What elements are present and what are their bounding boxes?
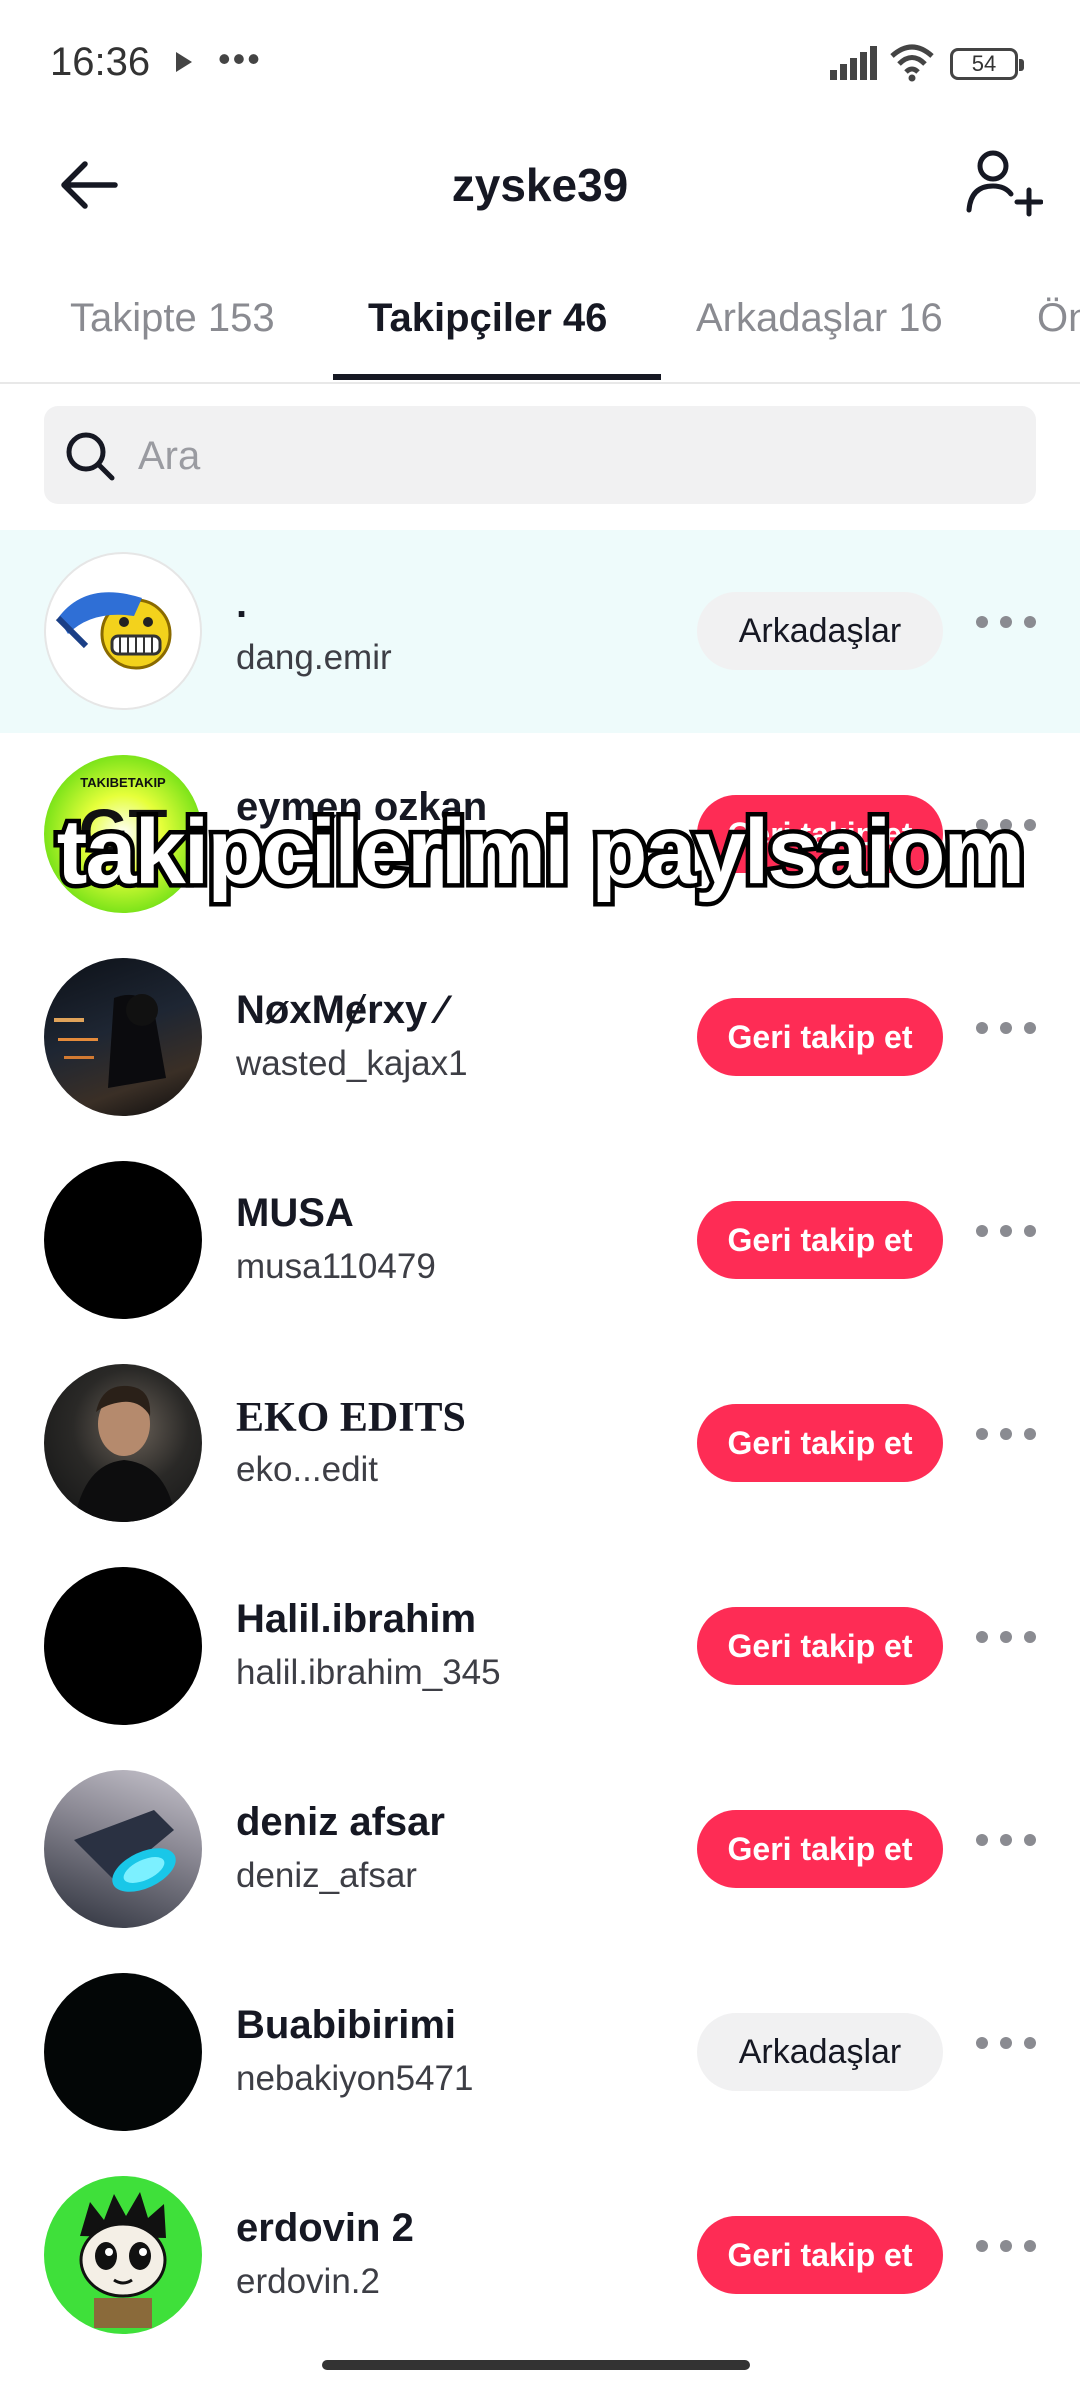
avatar[interactable] xyxy=(44,1770,202,1928)
more-options-icon[interactable] xyxy=(976,616,1036,640)
list-item[interactable]: . dang.emir Arkadaşlar xyxy=(0,530,1080,733)
follower-username: dang.emir xyxy=(236,638,392,677)
home-indicator[interactable] xyxy=(322,2360,750,2370)
more-options-icon[interactable] xyxy=(976,1225,1036,1249)
media-play-icon xyxy=(176,52,192,72)
follow-back-button[interactable]: Geri takip et xyxy=(697,998,943,1076)
follower-nickname: erdovin 2 xyxy=(236,2206,414,2250)
more-options-icon[interactable] xyxy=(976,1834,1036,1858)
follower-nickname: Halil.ibrahim xyxy=(236,1597,477,1641)
signal-icon xyxy=(830,46,877,80)
friends-button[interactable]: Arkadaşlar xyxy=(697,592,943,670)
status-time: 16:36 xyxy=(50,40,151,84)
cartoon-avatar-image xyxy=(79,2192,167,2328)
night-photo-image xyxy=(54,994,166,1088)
more-options-icon[interactable] xyxy=(976,1631,1036,1655)
follower-username: musa110479 xyxy=(236,1247,436,1286)
page-title: zyske39 xyxy=(451,159,629,211)
list-item[interactable]: Halil.ibrahim halil.ibrahim_345 Geri tak… xyxy=(0,1545,1080,1748)
follower-nickname: deniz afsar xyxy=(236,1800,445,1844)
follower-nickname: NøxMɇrxy ⁄ xyxy=(236,988,445,1032)
search-bar[interactable] xyxy=(44,406,1036,504)
follower-username: eko...edit xyxy=(236,1450,379,1489)
tab-suggested[interactable]: Ön xyxy=(1037,296,1080,341)
more-options-icon[interactable] xyxy=(976,2240,1036,2264)
status-dots: ••• xyxy=(218,38,262,79)
list-item[interactable]: deniz afsar deniz_afsar Geri takip et xyxy=(0,1748,1080,1951)
follower-nickname: . xyxy=(236,582,248,626)
avatar-badge-top: TAKIBETAKIP xyxy=(80,775,166,790)
avatar[interactable] xyxy=(44,958,202,1116)
list-item[interactable]: Buabibirimi nebakiyon5471 Arkadaşlar xyxy=(0,1951,1080,2154)
emoji-face-image xyxy=(55,592,172,670)
avatar[interactable] xyxy=(44,1161,202,1319)
add-user-icon[interactable] xyxy=(965,148,1043,220)
tab-bar: Takipte 153 Takipçiler 46 Arkadaşlar 16 … xyxy=(0,270,1080,384)
follower-username: halil.ibrahim_345 xyxy=(236,1653,501,1692)
search-icon xyxy=(66,432,115,481)
more-options-icon[interactable] xyxy=(976,2037,1036,2061)
follower-nickname: Buabibirimi xyxy=(236,2003,457,2047)
more-options-icon[interactable] xyxy=(976,1022,1036,1046)
portrait-photo-image xyxy=(74,1385,176,1522)
friends-button[interactable]: Arkadaşlar xyxy=(697,2013,943,2091)
follower-username: nebakiyon5471 xyxy=(236,2059,474,2098)
follow-back-button[interactable]: Geri takip et xyxy=(697,1201,943,1279)
search-input[interactable] xyxy=(136,426,1000,486)
follow-back-button[interactable]: Geri takip et xyxy=(697,1607,943,1685)
avatar[interactable] xyxy=(44,1973,202,2131)
more-options-icon[interactable] xyxy=(976,1428,1036,1452)
top-header: zyske39 xyxy=(0,130,1080,240)
active-tab-indicator xyxy=(333,374,661,380)
tab-friends[interactable]: Arkadaşlar 16 xyxy=(696,296,943,341)
follow-back-button[interactable]: Geri takip et xyxy=(697,1810,943,1888)
follow-back-button[interactable]: Geri takip et xyxy=(697,2216,943,2294)
follower-username: deniz_afsar xyxy=(236,1856,417,1895)
list-item[interactable]: EKO EDITS eko...edit Geri takip et xyxy=(0,1342,1080,1545)
video-caption-overlay: takipcilerimi paylsaiom xyxy=(52,797,1029,908)
follower-username: erdovin.2 xyxy=(236,2262,380,2301)
tab-followers[interactable]: Takipçiler 46 xyxy=(368,296,607,341)
avatar[interactable] xyxy=(44,2176,202,2334)
list-item[interactable]: NøxMɇrxy ⁄ wasted_kajax1 Geri takip et xyxy=(0,936,1080,1139)
battery-icon: 54 xyxy=(950,48,1024,80)
follower-nickname: MUSA xyxy=(236,1191,354,1235)
avatar[interactable] xyxy=(44,1364,202,1522)
motorcycle-photo-image xyxy=(74,1810,176,1892)
avatar[interactable] xyxy=(44,1567,202,1725)
follower-nickname: EKO EDITS xyxy=(236,1395,466,1441)
list-item[interactable]: erdovin 2 erdovin.2 Geri takip et xyxy=(0,2154,1080,2357)
list-item[interactable]: MUSA musa110479 Geri takip et xyxy=(0,1139,1080,1342)
follower-username: wasted_kajax1 xyxy=(236,1044,468,1083)
status-bar: 16:36 ••• 54 xyxy=(0,0,1080,130)
wifi-icon xyxy=(890,44,934,82)
tab-following[interactable]: Takipte 153 xyxy=(70,296,275,341)
follow-back-button[interactable]: Geri takip et xyxy=(697,1404,943,1482)
avatar[interactable] xyxy=(44,552,202,710)
